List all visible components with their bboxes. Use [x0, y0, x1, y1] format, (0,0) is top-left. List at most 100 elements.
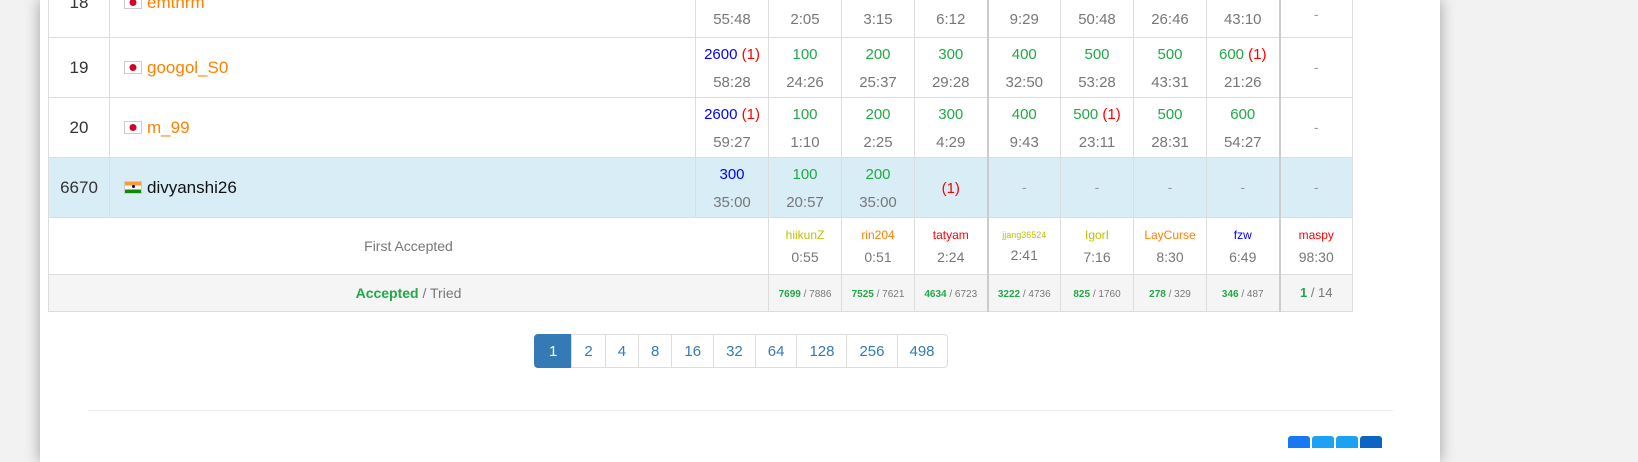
first-accepted-user[interactable]: fzw	[1207, 228, 1279, 242]
twitter-share-icon[interactable]	[1312, 436, 1334, 448]
problem-cell: -	[1133, 157, 1207, 218]
penalty-count: (1)	[941, 179, 960, 197]
first-accepted-time: 7:16	[1083, 248, 1111, 265]
accepted-count: 4634	[924, 289, 947, 300]
accepted-count: 278	[1149, 289, 1166, 300]
rank-cell: 20	[48, 97, 110, 158]
problem-cell: 500 43:31	[1133, 37, 1207, 98]
problem-cell: 43:10	[1206, 0, 1280, 38]
flag-icon	[124, 0, 142, 9]
problem-time: 2:05	[790, 11, 820, 28]
problem-score: 300	[938, 45, 964, 63]
problem-cell: 200 35:00	[841, 157, 915, 218]
problem-time: 25:37	[859, 73, 897, 91]
table-row: 19 googol_S0 2600 (1) 58:28 100 24:26 200 25:37…	[48, 37, 1353, 98]
problem-time: 3:15	[863, 11, 893, 28]
standings-table: 18 emthrm 55:48 2:05 3:15 6:12 9:29 50:48 26:46 4…	[48, 0, 1353, 312]
problem-score: 500 (1)	[1073, 105, 1121, 123]
facebook-share-icon[interactable]	[1288, 436, 1310, 448]
first-accepted-cell: jjang36524 2:41	[986, 217, 1061, 275]
first-accepted-row: First Accepted hiikunZ 0:55 rin204 0:51 tatya…	[48, 217, 1353, 275]
problem-time: 9:43	[1009, 133, 1039, 151]
problem-score: 400	[1011, 105, 1037, 123]
problem-cell: 100 1:10	[768, 97, 842, 158]
table-row: 6670 divyanshi26 300 35:00 100 20:57 200 35:00 (…	[48, 157, 1353, 218]
page-link-128[interactable]: 128	[796, 334, 848, 368]
problem-cell: (1)	[914, 157, 988, 218]
first-accepted-user[interactable]: LayCurse	[1134, 228, 1206, 242]
extra-cell: -	[1278, 0, 1353, 38]
rank-cell: 19	[48, 37, 110, 98]
footer-divider	[88, 410, 1393, 411]
penalty-count: (1)	[1244, 45, 1267, 63]
problem-score: 100	[792, 105, 818, 123]
page-link-256[interactable]: 256	[846, 334, 898, 368]
problem-score: 600	[1230, 105, 1256, 123]
problem-score: 100	[792, 45, 818, 63]
first-accepted-user[interactable]: rin204	[842, 228, 914, 242]
tried-count: / 7621	[873, 289, 905, 300]
first-accepted-user[interactable]: maspy	[1281, 228, 1353, 242]
accepted-tried-row: Accepted / Tried 7699 / 7886 7525 / 7621 46…	[48, 274, 1353, 312]
username-link[interactable]: emthrm	[147, 0, 205, 12]
first-accepted-label: First Accepted	[48, 217, 769, 275]
problem-time: 9:29	[1009, 11, 1039, 28]
username-link[interactable]: googol_S0	[147, 58, 228, 77]
total-score-cell: 2600 (1) 59:27	[695, 97, 769, 158]
problem-cell: -	[1206, 157, 1280, 218]
accepted-tried-cell: 346 / 487	[1206, 274, 1280, 312]
linkedin-share-icon[interactable]	[1360, 436, 1382, 448]
problem-time: 21:26	[1223, 73, 1262, 91]
rank-cell: 18	[48, 0, 110, 38]
problem-cell: 400 32:50	[986, 37, 1061, 98]
page-link-8[interactable]: 8	[638, 334, 673, 368]
problem-time: 23:11	[1078, 133, 1116, 151]
penalty-count: (1)	[737, 105, 760, 123]
problem-score: (1)	[915, 180, 987, 198]
flag-icon	[124, 180, 142, 194]
problem-time: 28:31	[1151, 133, 1189, 151]
table-row: 20 m_99 2600 (1) 59:27 100 1:10 200 2:25 300 4:29…	[48, 97, 1353, 158]
empty-mark: -	[1313, 6, 1319, 22]
tried-count: / 14	[1307, 285, 1333, 300]
page-link-4[interactable]: 4	[604, 334, 640, 368]
page-link-16[interactable]: 16	[671, 334, 715, 368]
total-score-cell: 2600 (1) 58:28	[695, 37, 769, 98]
problem-score: 500	[1157, 45, 1183, 63]
first-accepted-user[interactable]: IgorI	[1061, 228, 1133, 242]
username-link[interactable]: m_99	[147, 118, 190, 137]
page-link-2[interactable]: 2	[571, 334, 606, 368]
first-accepted-user[interactable]: hiikunZ	[769, 228, 841, 242]
total-score-cell: 300 35:00	[695, 157, 769, 218]
total-time: 55:48	[713, 11, 751, 28]
username-link[interactable]: divyanshi26	[147, 178, 237, 197]
problem-cell: 50:48	[1060, 0, 1134, 38]
page-link-32[interactable]: 32	[713, 334, 756, 368]
problem-cell: 100 20:57	[768, 157, 842, 218]
tried-label: / Tried	[418, 285, 462, 301]
page-link-498[interactable]: 498	[896, 334, 948, 368]
user-cell: emthrm	[109, 0, 696, 38]
problem-time: 54:27	[1223, 133, 1262, 151]
empty-mark: -	[1313, 58, 1319, 75]
page-link-64[interactable]: 64	[754, 334, 798, 368]
first-accepted-user[interactable]: jjang36524	[989, 230, 1061, 240]
accepted-tried-cell: 278 / 329	[1133, 274, 1207, 312]
extra-cell: -	[1278, 97, 1353, 158]
problem-score: 200	[865, 45, 891, 63]
problem-cell: -	[1060, 157, 1134, 218]
problem-score: 400	[1011, 45, 1037, 63]
problem-cell: 600 54:27	[1206, 97, 1280, 158]
flag-icon	[124, 120, 142, 134]
accepted-count: 7525	[851, 289, 874, 300]
problem-time: 4:29	[936, 133, 966, 151]
twitter-share-icon-2[interactable]	[1336, 436, 1358, 448]
page-link-1[interactable]: 1	[534, 334, 573, 368]
problem-time: 24:26	[786, 73, 824, 91]
empty-mark: -	[1240, 178, 1246, 195]
problem-score: 200	[865, 105, 891, 123]
first-accepted-user[interactable]: tatyam	[915, 228, 987, 242]
first-accepted-time: 0:51	[864, 248, 892, 265]
problem-cell: 100 24:26	[768, 37, 842, 98]
problem-time: 32:50	[1005, 73, 1044, 91]
